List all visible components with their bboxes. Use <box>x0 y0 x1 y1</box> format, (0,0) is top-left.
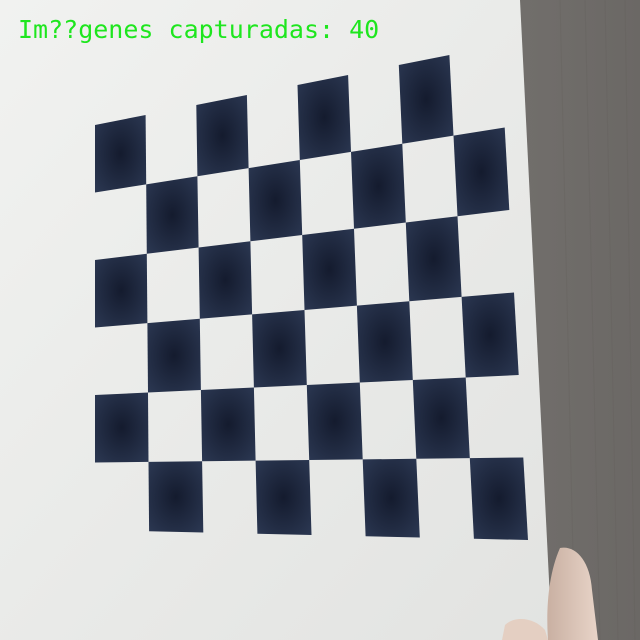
checker-square-r0-c0 <box>95 115 147 193</box>
checker-square-r1-c1 <box>146 176 199 254</box>
checker-square-r0-c4 <box>297 75 351 160</box>
checker-square-r4-c0 <box>95 392 149 463</box>
camera-frame <box>0 0 640 640</box>
checker-square-r3-c7 <box>461 292 519 378</box>
capture-count-label: Im??genes capturadas: 40 <box>18 15 380 44</box>
checker-square-r5-c7 <box>469 457 528 540</box>
checker-square-r2-c0 <box>95 253 148 328</box>
checker-square-r2-c4 <box>302 228 357 310</box>
checker-square-r5-c1 <box>148 461 204 533</box>
checker-square-r4-c4 <box>306 382 363 460</box>
checker-square-r3-c1 <box>147 318 201 393</box>
checker-square-r4-c6 <box>412 377 470 459</box>
checker-square-r0-c2 <box>196 95 249 177</box>
checker-square-r1-c3 <box>248 160 303 242</box>
checker-square-r1-c7 <box>453 127 510 217</box>
checker-square-r0-c6 <box>398 55 454 144</box>
checker-square-r2-c2 <box>198 241 253 319</box>
checker-square-r5-c5 <box>362 458 420 538</box>
checker-square-r3-c5 <box>356 301 413 383</box>
checker-square-r1-c5 <box>351 143 406 229</box>
checker-square-r4-c2 <box>200 387 256 462</box>
checker-square-r3-c3 <box>252 310 307 388</box>
checker-square-r2-c6 <box>405 216 462 302</box>
checker-square-r5-c3 <box>255 460 312 535</box>
